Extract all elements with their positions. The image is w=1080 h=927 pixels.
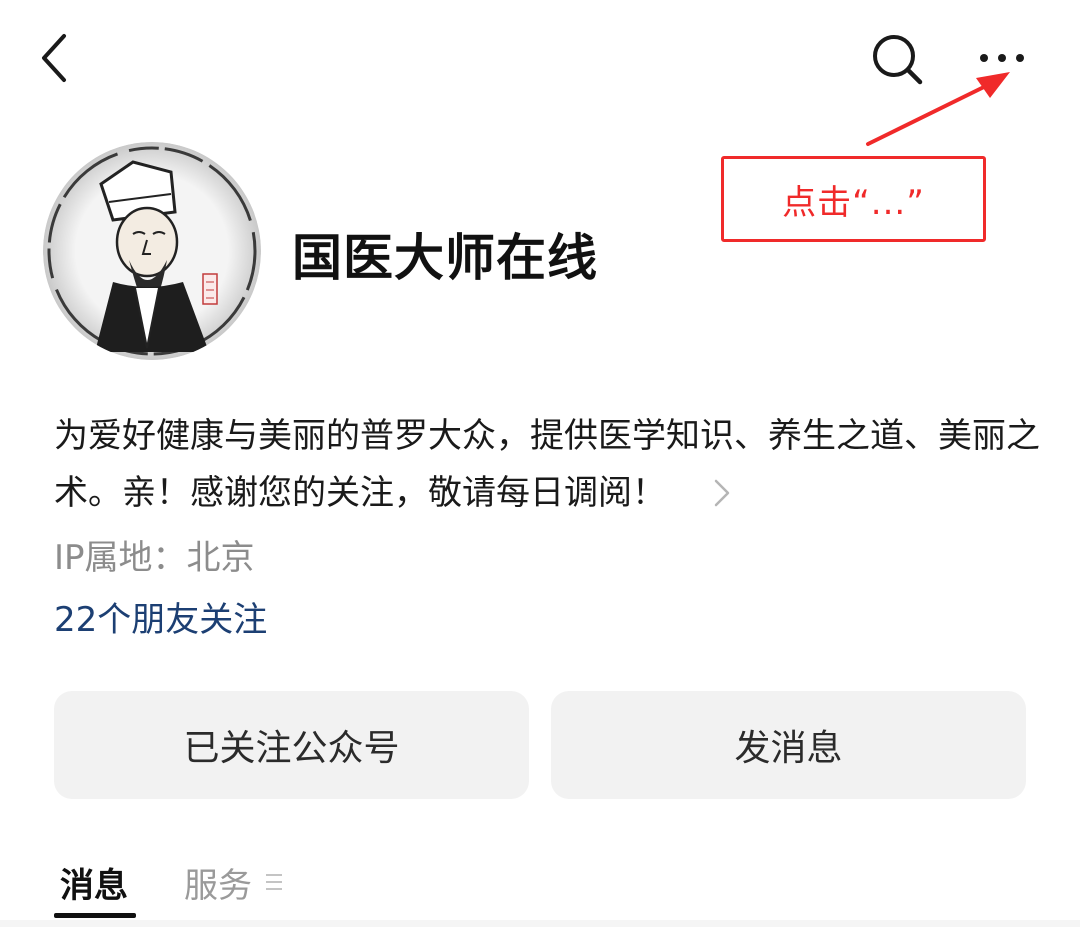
- official-account-profile-page: 点击“...” 国医大师在线 为爱好健康与美丽的普罗大众，提供医学知识、养生之道…: [0, 0, 1080, 927]
- annotation-callout: 点击“...”: [721, 156, 986, 242]
- followed-account-label: 已关注公众号: [183, 728, 400, 769]
- ip-location: IP属地：北京: [54, 538, 255, 578]
- account-avatar[interactable]: [43, 142, 261, 360]
- chevron-left-icon: [42, 34, 66, 82]
- tab-messages[interactable]: 消息: [60, 858, 128, 907]
- send-message-label: 发消息: [734, 728, 843, 769]
- description-text: 为爱好健康与美丽的普罗大众，提供医学知识、养生之道、美丽之术。亲！感谢您的关注，…: [54, 416, 1040, 513]
- annotation-text: 点击“...”: [782, 182, 925, 223]
- friends-following-link[interactable]: 22个朋友关注: [54, 592, 267, 641]
- account-description[interactable]: 为爱好健康与美丽的普罗大众，提供医学知识、养生之道、美丽之术。亲！感谢您的关注，…: [54, 408, 1044, 522]
- annotation-arrow-icon: [866, 72, 1010, 146]
- services-menu-icon[interactable]: [264, 870, 284, 894]
- active-tab-indicator: [54, 913, 136, 918]
- account-name: 国医大师在线: [292, 229, 598, 287]
- send-message-button[interactable]: 发消息: [551, 691, 1026, 799]
- tab-services[interactable]: 服务: [184, 858, 252, 907]
- scholar-portrait-icon: [43, 142, 261, 360]
- followed-account-button[interactable]: 已关注公众号: [54, 691, 529, 799]
- section-divider: [0, 920, 1080, 927]
- chevron-right-icon: [702, 473, 731, 513]
- back-button[interactable]: [34, 30, 78, 86]
